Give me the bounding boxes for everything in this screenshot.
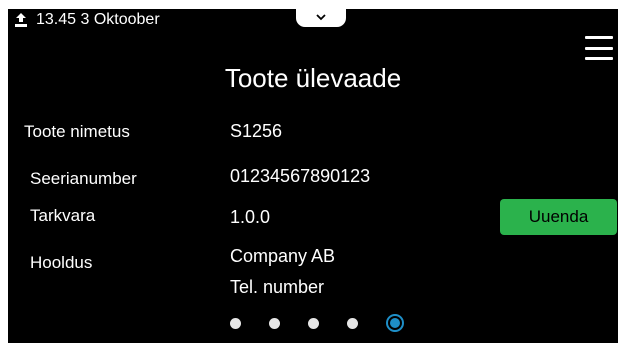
page-dot[interactable] [269,317,280,329]
software-label: Tarkvara [30,206,96,225]
hamburger-menu-icon[interactable] [585,36,613,60]
screen: 13.45 3 Oktoober Toote ülevaade Toote ni… [8,9,618,343]
software-version-value: 1.0.0 [230,207,271,227]
page-dot[interactable] [347,317,358,329]
page-dot[interactable] [230,317,241,329]
chevron-down-icon [315,9,327,26]
service-phone-value: Tel. number [230,277,325,297]
product-name-value: S1256 [230,121,283,141]
page-title: Toote ülevaade [224,63,402,93]
pull-down-tab[interactable] [296,9,346,27]
upload-icon [14,12,28,28]
service-label: Hooldus [30,253,93,272]
status-bar: 13.45 3 Oktoober [14,9,160,31]
serial-number-value: 01234567890123 [230,166,371,186]
status-datetime: 13.45 3 Oktoober [36,11,160,28]
service-company-value: Company AB [230,246,336,266]
page-dot[interactable] [308,317,319,329]
page-dot-active[interactable] [386,314,404,332]
product-name-label: Toote nimetus [24,122,130,141]
serial-number-label: Seerianumber [30,169,137,188]
update-button[interactable]: Uuenda [500,199,617,235]
page-indicator [230,311,404,335]
